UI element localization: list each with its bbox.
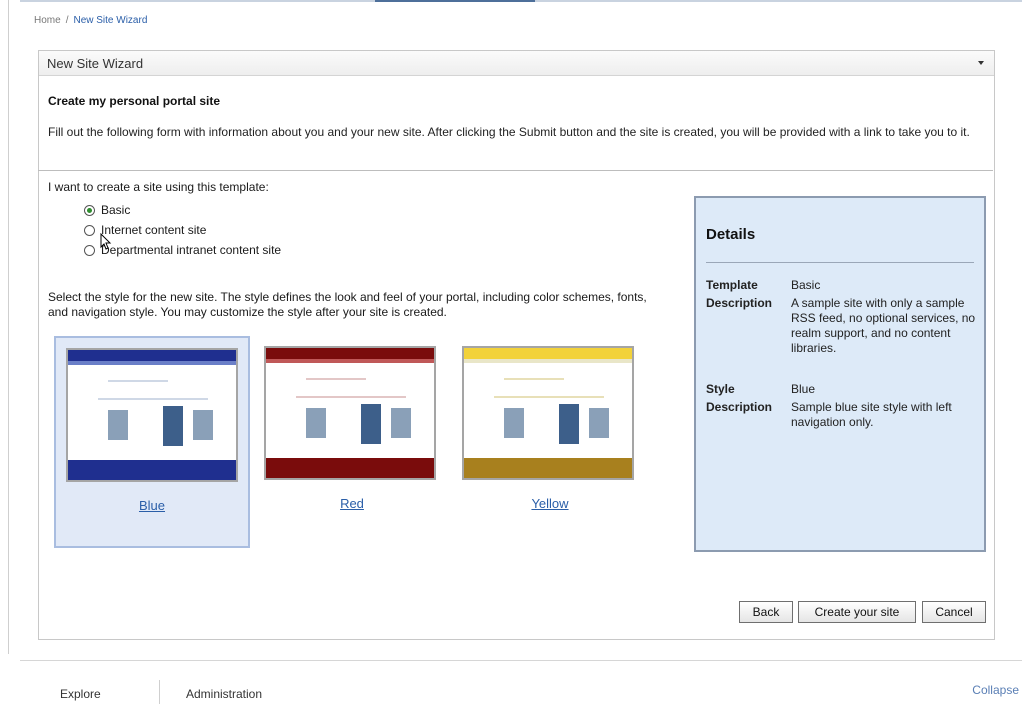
tab-separator	[159, 680, 160, 704]
style-label-blue[interactable]: Blue	[56, 498, 248, 513]
preview-footer	[68, 460, 236, 480]
template-option-label: Internet content site	[101, 223, 207, 237]
breadcrumb-current[interactable]: New Site Wizard	[73, 15, 147, 26]
style-label-red[interactable]: Red	[254, 496, 450, 511]
details-style-description: Description Sample blue site style with …	[706, 400, 952, 429]
panel-title: New Site Wizard	[47, 56, 144, 71]
style-label-yellow[interactable]: Yellow	[452, 496, 648, 511]
create-site-button[interactable]: Create your site	[798, 601, 916, 623]
style-option-blue[interactable]: Blue	[54, 336, 250, 548]
template-option-label: Departmental intranet content site	[101, 243, 282, 257]
collapse-link[interactable]: Collapse	[972, 683, 1019, 697]
chevron-down-icon[interactable]	[978, 61, 984, 65]
details-template-row: Template Basic	[706, 278, 981, 293]
preview-header	[68, 350, 236, 361]
preview-footer	[464, 458, 632, 478]
style-instructions: Select the style for the new site. The s…	[48, 290, 647, 319]
preview-header	[464, 348, 632, 359]
divider	[38, 170, 993, 171]
details-style-row: Style Blue	[706, 382, 981, 397]
frame-divider	[8, 0, 9, 654]
radio-icon[interactable]	[84, 244, 95, 256]
radio-selected-icon[interactable]	[84, 204, 95, 216]
details-panel: Details Template Basic Description A sam…	[694, 196, 986, 552]
details-divider	[706, 262, 974, 263]
style-option-red[interactable]: Red	[254, 336, 450, 548]
style-preview-red[interactable]	[264, 346, 436, 480]
template-option-basic[interactable]: Basic	[84, 203, 130, 217]
details-template-value: Basic	[791, 278, 821, 292]
template-option-departmental[interactable]: Departmental intranet content site	[84, 243, 281, 257]
details-style-value: Blue	[791, 382, 816, 396]
panel-header: New Site Wizard	[39, 51, 994, 76]
details-template-description: Description A sample site with only a sa…	[706, 296, 976, 355]
tab-explore[interactable]: Explore	[60, 687, 101, 701]
preview-header	[266, 348, 434, 359]
top-border	[20, 0, 1022, 2]
template-prompt: I want to create a site using this templ…	[48, 180, 269, 194]
preview-footer	[266, 458, 434, 478]
footer-divider	[20, 660, 1022, 661]
style-preview-blue[interactable]	[66, 348, 238, 482]
mouse-cursor-icon	[100, 233, 112, 250]
radio-icon[interactable]	[84, 224, 95, 236]
breadcrumb: Home / New Site Wizard	[34, 15, 148, 26]
details-title: Details	[706, 226, 756, 243]
style-option-yellow[interactable]: Yellow	[452, 336, 648, 548]
tab-administration[interactable]: Administration	[186, 687, 262, 701]
intro-text: Fill out the following form with informa…	[48, 125, 970, 139]
template-option-label: Basic	[101, 203, 131, 217]
back-button[interactable]: Back	[739, 601, 793, 623]
style-preview-yellow[interactable]	[462, 346, 634, 480]
breadcrumb-home[interactable]: Home	[34, 15, 61, 26]
page-subheading: Create my personal portal site	[48, 94, 221, 108]
cancel-button[interactable]: Cancel	[922, 601, 986, 623]
